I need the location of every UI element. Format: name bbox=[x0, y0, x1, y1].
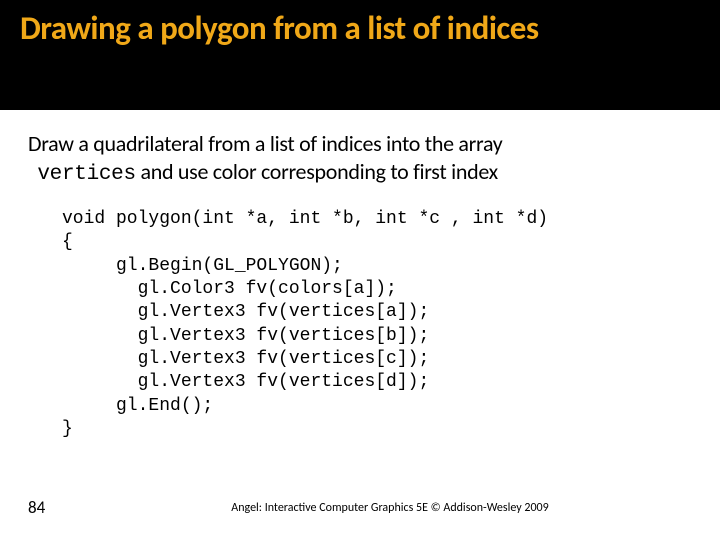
code-block: void polygon(int *a, int *b, int *c , in… bbox=[62, 208, 692, 442]
body-text-2: and use color corresponding to first ind… bbox=[136, 158, 498, 185]
body-area: Draw a quadrilateral from a list of indi… bbox=[0, 110, 720, 442]
slide-title: Drawing a polygon from a list of indices bbox=[20, 10, 700, 48]
title-bar: Drawing a polygon from a list of indices bbox=[0, 0, 720, 110]
body-text-1: Draw a quadrilateral from a list of indi… bbox=[28, 130, 502, 157]
footer: 84 Angel: Interactive Computer Graphics … bbox=[0, 497, 720, 518]
code-word-vertices: vertices bbox=[37, 163, 135, 186]
copyright-text: Angel: Interactive Computer Graphics 5E … bbox=[88, 501, 692, 515]
body-paragraph: Draw a quadrilateral from a list of indi… bbox=[28, 130, 692, 188]
